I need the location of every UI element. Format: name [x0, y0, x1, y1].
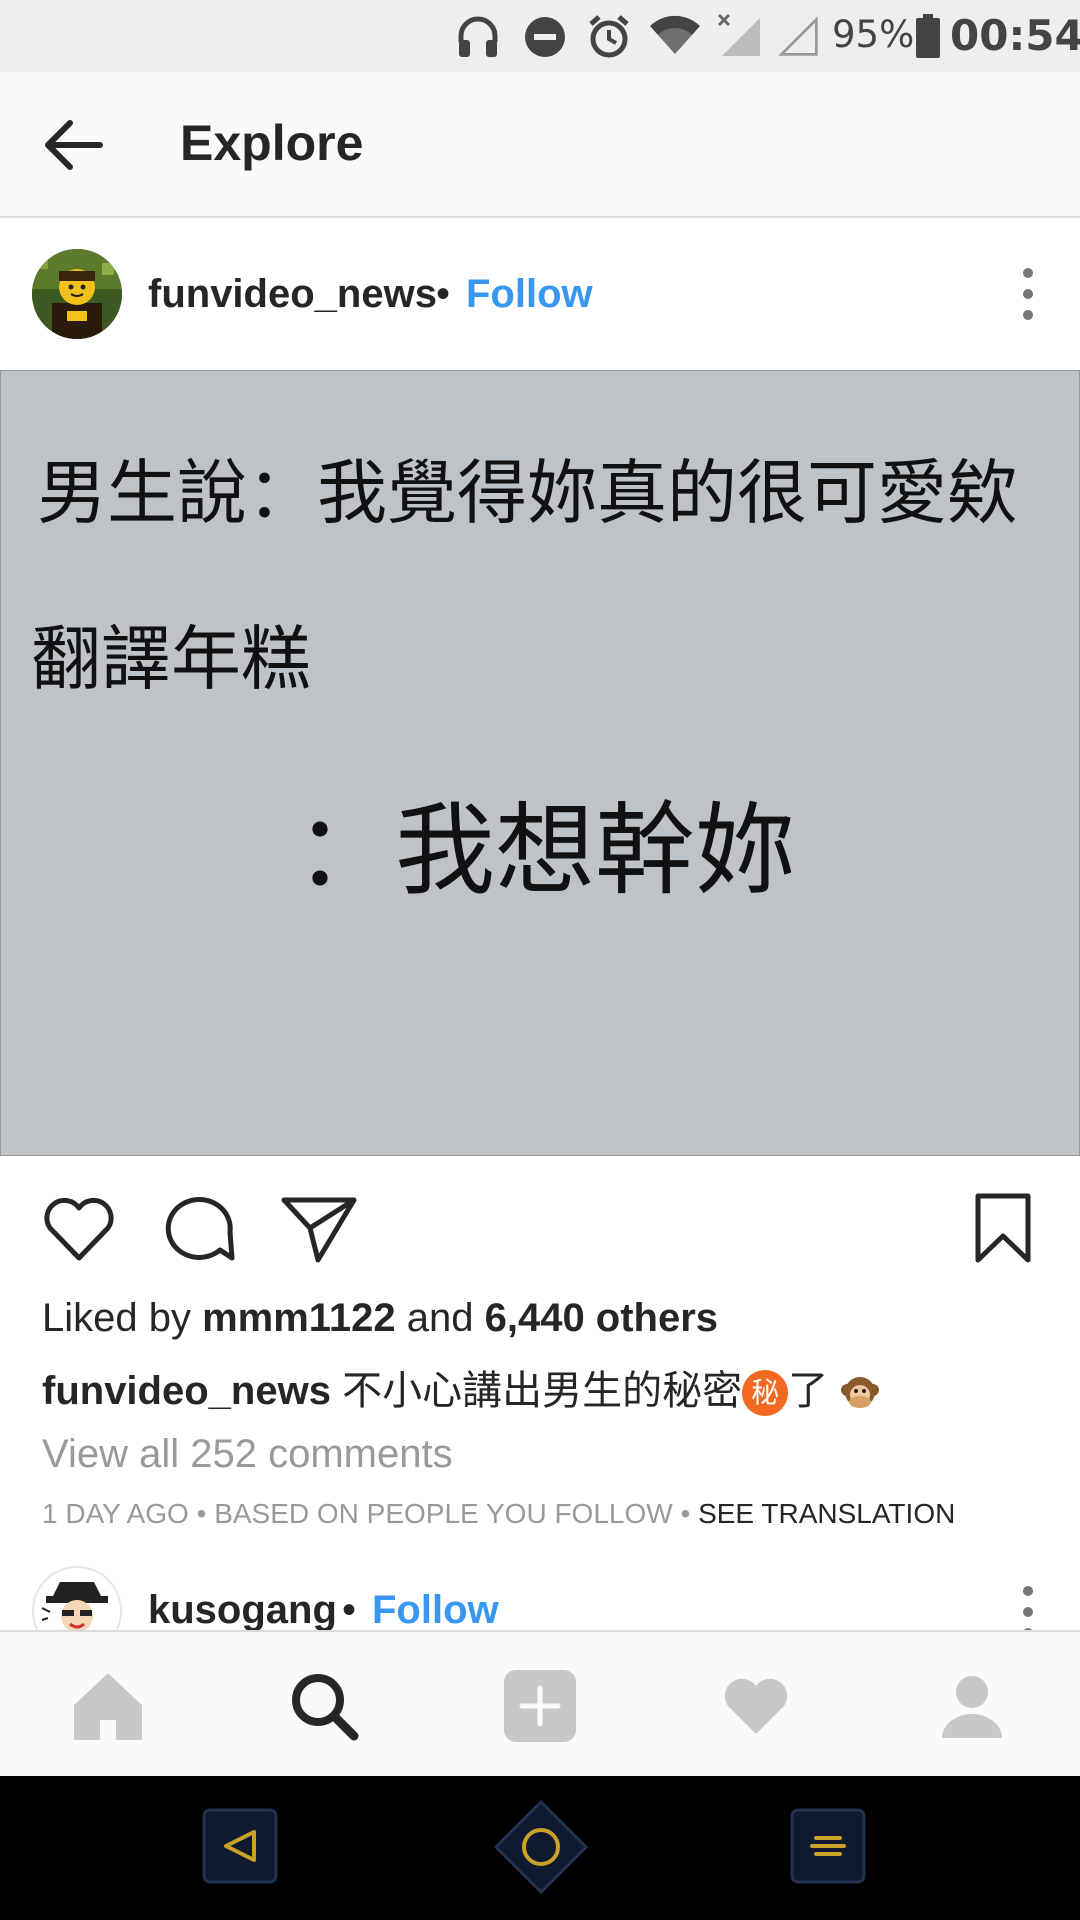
follow-button[interactable]: Follow: [466, 272, 593, 317]
activity-heart-icon[interactable]: [716, 1666, 796, 1746]
post-actions: [0, 1156, 1080, 1296]
post-time: 1 DAY AGO: [42, 1498, 189, 1529]
do-not-disturb-icon: [525, 17, 565, 57]
likes-prefix: Liked by: [42, 1296, 191, 1340]
home-icon[interactable]: [68, 1666, 148, 1746]
recents-icon[interactable]: [790, 1808, 866, 1884]
more-dot-icon: [1023, 1607, 1033, 1617]
battery-percent: 95%: [832, 13, 915, 56]
back-triangle-icon[interactable]: [202, 1808, 278, 1884]
top-app-bar: Explore: [0, 72, 1080, 218]
post-header: funvideo_news • Follow: [0, 220, 1080, 370]
more-dot-icon: [1023, 1586, 1033, 1596]
battery-icon: [916, 14, 940, 58]
back-arrow-icon[interactable]: [38, 115, 108, 175]
share-icon[interactable]: [280, 1192, 358, 1266]
avatar[interactable]: [32, 1566, 122, 1630]
more-dot-icon: [1023, 268, 1033, 278]
likes-summary[interactable]: Liked by mmm1122 and 6,440 others: [42, 1296, 718, 1341]
comment-icon[interactable]: [160, 1192, 238, 1266]
search-icon[interactable]: [284, 1666, 364, 1746]
view-comments-link[interactable]: View all 252 comments: [42, 1432, 453, 1477]
follow-button[interactable]: Follow: [372, 1588, 499, 1630]
signal-empty-icon: [778, 16, 818, 56]
wifi-icon: [650, 15, 700, 55]
avatar[interactable]: [32, 249, 122, 339]
headphones-icon: [458, 16, 498, 57]
meta-separator: •: [196, 1498, 207, 1529]
caption-username[interactable]: funvideo_news: [42, 1369, 331, 1413]
separator-dot: •: [342, 1588, 357, 1630]
caption-text: 不小心講出男生的秘密: [342, 1368, 743, 1414]
next-post-header: kusogang • Follow: [0, 1540, 1080, 1630]
post-options-button[interactable]: [1016, 268, 1040, 324]
caption-suffix: 了: [788, 1368, 829, 1414]
add-icon[interactable]: [500, 1666, 580, 1746]
likes-count[interactable]: 6,440 others: [485, 1296, 718, 1340]
liker-username[interactable]: mmm1122: [202, 1296, 395, 1340]
post-image[interactable]: 男生說：我覺得妳真的很可愛欸 翻譯年糕 ：我想幹妳: [0, 370, 1080, 1156]
clock: 00:54: [950, 11, 1080, 60]
heart-icon[interactable]: [40, 1192, 118, 1266]
alarm-icon: [589, 15, 629, 58]
image-text-line: 翻譯年糕: [31, 618, 311, 700]
speak-no-evil-monkey-icon: [841, 1377, 880, 1409]
image-text-line: ：我想幹妳: [295, 792, 795, 909]
secret-emoji-icon: 秘: [742, 1370, 789, 1417]
post-options-button[interactable]: [1016, 1586, 1040, 1630]
status-bar: 95% 00:54: [0, 0, 1080, 72]
likes-conjunction: and: [406, 1296, 474, 1340]
more-dot-icon: [1023, 310, 1033, 320]
see-translation-link[interactable]: SEE TRANSLATION: [698, 1498, 955, 1529]
post-reason: BASED ON PEOPLE YOU FOLLOW: [214, 1498, 673, 1529]
separator-dot: •: [436, 272, 451, 316]
meta-separator: •: [680, 1498, 691, 1529]
post-meta: 1 DAY AGO • BASED ON PEOPLE YOU FOLLOW •…: [42, 1498, 955, 1530]
post-caption: funvideo_news 不小心講出男生的秘密秘了: [42, 1358, 881, 1417]
post-username[interactable]: funvideo_news: [148, 272, 437, 317]
system-nav-bar: [0, 1776, 1080, 1920]
post-username[interactable]: kusogang: [148, 1588, 337, 1630]
profile-icon[interactable]: [932, 1666, 1012, 1746]
home-circle-icon[interactable]: [492, 1798, 590, 1896]
signal-icon: [717, 13, 760, 56]
avatar-image: [34, 1568, 120, 1630]
bookmark-icon[interactable]: [964, 1192, 1042, 1266]
bottom-tab-bar: [0, 1630, 1080, 1776]
avatar-image: [32, 249, 122, 339]
page-title: Explore: [180, 115, 364, 171]
image-text-line: 男生說：我覺得妳真的很可愛欸: [37, 452, 1017, 534]
more-dot-icon: [1023, 289, 1033, 299]
